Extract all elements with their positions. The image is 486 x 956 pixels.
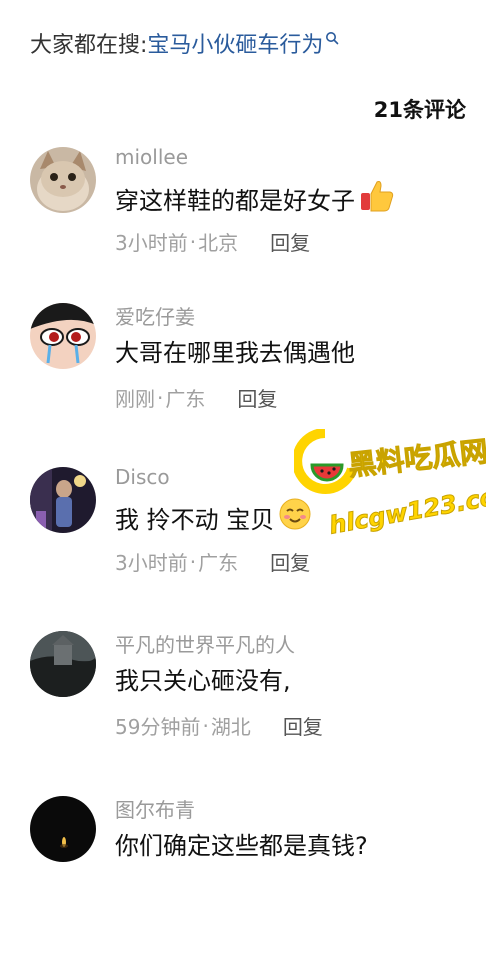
thumbs-up-icon <box>359 177 395 219</box>
reply-button[interactable]: 回复 <box>270 227 310 256</box>
meta-separator: · <box>202 713 209 738</box>
comment-count: 21条评论 <box>373 98 466 122</box>
hot-search-term[interactable]: 宝马小伙砸车行为 <box>147 27 323 59</box>
comment-text-body: 我 拎不动 宝贝 <box>115 505 275 534</box>
comment-location: 广东 <box>165 387 206 411</box>
comment-username[interactable]: Disco <box>115 465 170 489</box>
meta-separator: · <box>157 385 164 410</box>
comment-username[interactable]: miollee <box>115 145 188 169</box>
watermark-title: 黑料吃瓜网 <box>346 434 486 483</box>
comment-text: 大哥在哪里我去偶遇他 <box>115 333 355 368</box>
avatar[interactable] <box>30 796 96 862</box>
comment-location: 北京 <box>198 231 239 255</box>
comment-text: 穿这样鞋的都是好女子 <box>115 177 395 219</box>
comment-item: 平凡的世界平凡的人 我只关心砸没有, 59分钟前 · 湖北 回复 <box>0 631 486 791</box>
comment-meta: 59分钟前 · 湖北 回复 <box>115 711 323 740</box>
watermark: 黑料吃瓜网 hlcgw123.com <box>290 425 486 545</box>
comment-location: 广东 <box>198 551 239 575</box>
reply-button[interactable]: 回复 <box>270 547 310 576</box>
meta-separator: · <box>189 549 197 574</box>
meta-separator: · <box>189 229 197 254</box>
hot-search-bar[interactable]: 大家都在搜: 宝马小伙砸车行为 <box>30 22 339 64</box>
comment-item: 图尔布青 你们确定这些都是真钱? <box>0 796 486 956</box>
comment-time: 59分钟前 <box>115 715 201 739</box>
comment-text-body: 你们确定这些都是真钱? <box>115 832 368 860</box>
comment-text-body: 大哥在哪里我去偶遇他 <box>115 339 355 367</box>
comment-username[interactable]: 平凡的世界平凡的人 <box>115 629 295 658</box>
comment-username[interactable]: 图尔布青 <box>115 794 195 823</box>
comment-username[interactable]: 爱吃仔姜 <box>115 301 195 330</box>
reply-button[interactable]: 回复 <box>283 711 323 740</box>
avatar[interactable] <box>30 631 96 697</box>
comment-meta: 3小时前 · 广东 回复 <box>115 547 310 576</box>
watermelon-logo-icon <box>292 428 357 503</box>
comment-time: 3小时前 <box>115 551 188 575</box>
search-icon[interactable] <box>325 26 339 51</box>
hot-search-prefix: 大家都在搜: <box>30 33 148 58</box>
comment-location: 湖北 <box>210 715 251 739</box>
avatar[interactable] <box>30 467 96 533</box>
comment-text: 你们确定这些都是真钱? <box>115 826 368 861</box>
comment-text-body: 穿这样鞋的都是好女子 <box>115 186 355 215</box>
comment-meta: 刚刚 · 广东 回复 <box>115 383 277 412</box>
comment-text: 我 拎不动 宝贝 <box>115 497 312 537</box>
comment-time: 3小时前 <box>115 231 188 255</box>
comment-time: 刚刚 <box>115 387 155 411</box>
reply-button[interactable]: 回复 <box>237 383 277 412</box>
avatar[interactable] <box>30 147 96 213</box>
comment-text-body: 我只关心砸没有, <box>115 667 291 695</box>
comment-meta: 3小时前 · 北京 回复 <box>115 227 310 256</box>
comment-item: miollee 穿这样鞋的都是好女子 3小时前 · 北京 回复 <box>0 145 486 307</box>
avatar[interactable] <box>30 303 96 369</box>
comment-text: 我只关心砸没有, <box>115 661 291 696</box>
